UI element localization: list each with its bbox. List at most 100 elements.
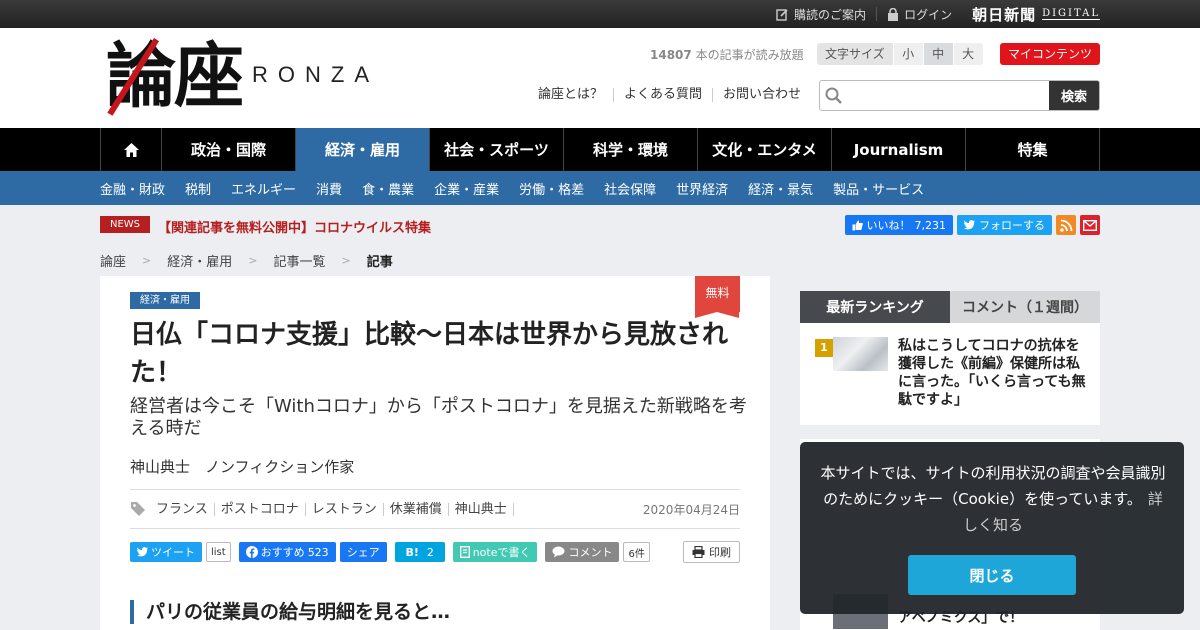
nav-politics[interactable]: 政治・国際 — [162, 128, 296, 171]
font-size-large[interactable]: 大 — [952, 43, 983, 65]
nav-home[interactable] — [101, 128, 162, 171]
breadcrumb: 論座 > 経済・雇用 > 記事一覧 > 記事 — [100, 245, 1100, 275]
home-icon — [123, 142, 139, 157]
search-input[interactable] — [848, 81, 1049, 110]
tweet-list-count[interactable]: list — [206, 542, 231, 562]
nav-science[interactable]: 科学・環境 — [564, 128, 698, 171]
nav-culture[interactable]: 文化・エンタメ — [698, 128, 832, 171]
font-size-selector: 文字サイズ 小 中 大 — [817, 43, 983, 65]
news-link[interactable]: 【関連記事を無料公開中】コロナウイルス特集 — [158, 217, 431, 236]
subnav-item[interactable]: 金融・財政 — [100, 179, 165, 198]
nav-society[interactable]: 社会・スポーツ — [430, 128, 564, 171]
thumbs-up-icon — [852, 220, 863, 230]
nav-journalism[interactable]: Journalism — [832, 128, 966, 171]
social-follow: いいね！ 7,231 フォローする — [844, 215, 1100, 235]
section-heading: パリの従業員の給与明細を見ると… — [130, 600, 450, 624]
comment-label: コメント — [568, 546, 613, 559]
rss-button[interactable] — [1056, 215, 1076, 235]
tab-latest-ranking[interactable]: 最新ランキング — [800, 291, 950, 323]
tag-icon — [131, 502, 145, 516]
tag-link[interactable]: 神山典士 — [449, 502, 514, 516]
contact-link[interactable]: お問い合わせ — [713, 88, 811, 102]
subnav-item[interactable]: 企業・産業 — [434, 179, 499, 198]
twitter-icon — [137, 547, 148, 557]
comment-icon — [552, 546, 565, 558]
print-label: 印刷 — [709, 546, 731, 559]
font-size-medium[interactable]: 中 — [922, 43, 953, 65]
readers-suffix: 本の記事が読み放題 — [691, 48, 804, 62]
ronza-logo[interactable]: 論座 RONZA — [106, 36, 379, 116]
cookie-close-button[interactable]: 閉じる — [908, 555, 1076, 595]
article-author[interactable]: 神山典士 ノンフィクション作家 — [130, 456, 354, 477]
login-link[interactable]: ログイン — [877, 7, 962, 22]
tag-link[interactable]: ポストコロナ — [215, 502, 306, 516]
subnav-item[interactable]: 社会保障 — [604, 179, 656, 198]
tag-link[interactable]: レストラン — [306, 502, 384, 516]
nav-economy[interactable]: 経済・雇用 — [296, 128, 430, 171]
header-links: 論座とは？ よくある質問 お問い合わせ — [528, 88, 811, 102]
note-icon — [459, 546, 470, 558]
twitter-follow-button[interactable]: フォローする — [957, 215, 1052, 235]
hatena-label: B! — [405, 545, 419, 559]
free-badge: 無料 — [695, 276, 740, 318]
twitter-icon — [964, 220, 975, 230]
ranking-thumbnail — [833, 337, 888, 371]
article-card: 経済・雇用 無料 日仏「コロナ支援」比較～日本は世界から見放された！ 経営者は今… — [100, 276, 770, 630]
article-subtitle: 経営者は今こそ「Withコロナ」から「ポストコロナ」を見据えた新戦略を考える時だ — [130, 396, 747, 439]
top-bar: 購読のご案内 ログイン 朝日新聞 DIGITAL — [0, 0, 1200, 28]
subnav-item[interactable]: 税制 — [185, 179, 211, 198]
font-size-label: 文字サイズ — [817, 43, 893, 65]
faq-link[interactable]: よくある質問 — [614, 88, 714, 102]
subnav-item[interactable]: 世界経済 — [676, 179, 728, 198]
facebook-like-button[interactable]: いいね！ 7,231 — [844, 215, 953, 235]
fb-like-label: いいね！ — [866, 219, 911, 232]
breadcrumb-separator: > — [142, 253, 152, 267]
tw-follow-label: フォローする — [979, 219, 1045, 232]
breadcrumb-separator: > — [341, 253, 351, 267]
hatena-bookmark-button[interactable]: B! 2 — [394, 542, 445, 562]
breadcrumb-item[interactable]: 論座 — [100, 251, 126, 270]
my-contents-button[interactable]: マイコンテンツ — [1000, 43, 1100, 65]
ranking-item[interactable]: 1 私はこうしてコロナの抗体を獲得した《前編》保健所は私に言った。「いくら言って… — [800, 323, 1100, 425]
mail-button[interactable] — [1080, 215, 1100, 235]
print-button[interactable]: 印刷 — [683, 541, 740, 563]
note-button[interactable]: noteで書く — [452, 542, 538, 562]
font-size-small[interactable]: 小 — [892, 43, 923, 65]
logo-kanji: 論座 — [106, 34, 244, 117]
tab-comments-week[interactable]: コメント（１週間） — [950, 291, 1100, 323]
sub-nav: 金融・財政 税制 エネルギー 消費 食・農業 企業・産業 労働・格差 社会保障 … — [0, 171, 1200, 205]
subscribe-link[interactable]: 購読のご案内 — [766, 7, 878, 22]
search-button[interactable]: 検索 — [1049, 81, 1099, 110]
category-badge[interactable]: 経済・雇用 — [130, 292, 200, 309]
subnav-item[interactable]: 製品・サービス — [833, 179, 924, 198]
subscribe-label: 購読のご案内 — [794, 7, 867, 22]
facebook-share-button[interactable]: シェア — [339, 542, 387, 562]
facebook-recommend-button[interactable]: おすすめ 523 — [238, 542, 336, 562]
comment-count[interactable]: 6件 — [623, 542, 650, 562]
tag-link[interactable]: フランス — [150, 502, 215, 516]
subnav-item[interactable]: 労働・格差 — [519, 179, 584, 198]
asahi-logo[interactable]: 朝日新聞 — [972, 4, 1036, 25]
article-title: 日仏「コロナ支援」比較～日本は世界から見放された！ — [130, 320, 729, 388]
note-label: noteで書く — [472, 546, 531, 559]
tag-link[interactable]: 休業補償 — [384, 502, 449, 516]
ranking-title: 私はこうしてコロナの抗体を獲得した《前編》保健所は私に言った。「いくら言っても無… — [898, 338, 1086, 408]
readers-info: 14807 本の記事が読み放題 — [650, 46, 804, 63]
tweet-button[interactable]: ツイート — [130, 542, 202, 562]
about-link[interactable]: 論座とは？ — [528, 88, 615, 102]
nav-feature[interactable]: 特集 — [966, 128, 1100, 171]
hatena-count: 2 — [426, 545, 434, 559]
mail-icon — [1083, 219, 1097, 231]
rss-icon — [1059, 219, 1072, 232]
subnav-item[interactable]: エネルギー — [231, 179, 296, 198]
sidebar-tabs: 最新ランキング コメント（１週間） — [800, 291, 1100, 323]
subnav-item[interactable]: 経済・景気 — [748, 179, 813, 198]
news-row: NEWS 【関連記事を無料公開中】コロナウイルス特集 いいね！ 7,231 フォ… — [100, 205, 1100, 245]
comment-button[interactable]: コメント — [545, 542, 620, 562]
lock-icon — [888, 7, 899, 21]
subnav-item[interactable]: 消費 — [316, 179, 342, 198]
main-nav: 政治・国際 経済・雇用 社会・スポーツ 科学・環境 文化・エンタメ Journa… — [0, 128, 1200, 171]
subnav-item[interactable]: 食・農業 — [362, 179, 414, 198]
breadcrumb-item[interactable]: 経済・雇用 — [167, 251, 232, 270]
breadcrumb-item[interactable]: 記事一覧 — [273, 251, 325, 270]
